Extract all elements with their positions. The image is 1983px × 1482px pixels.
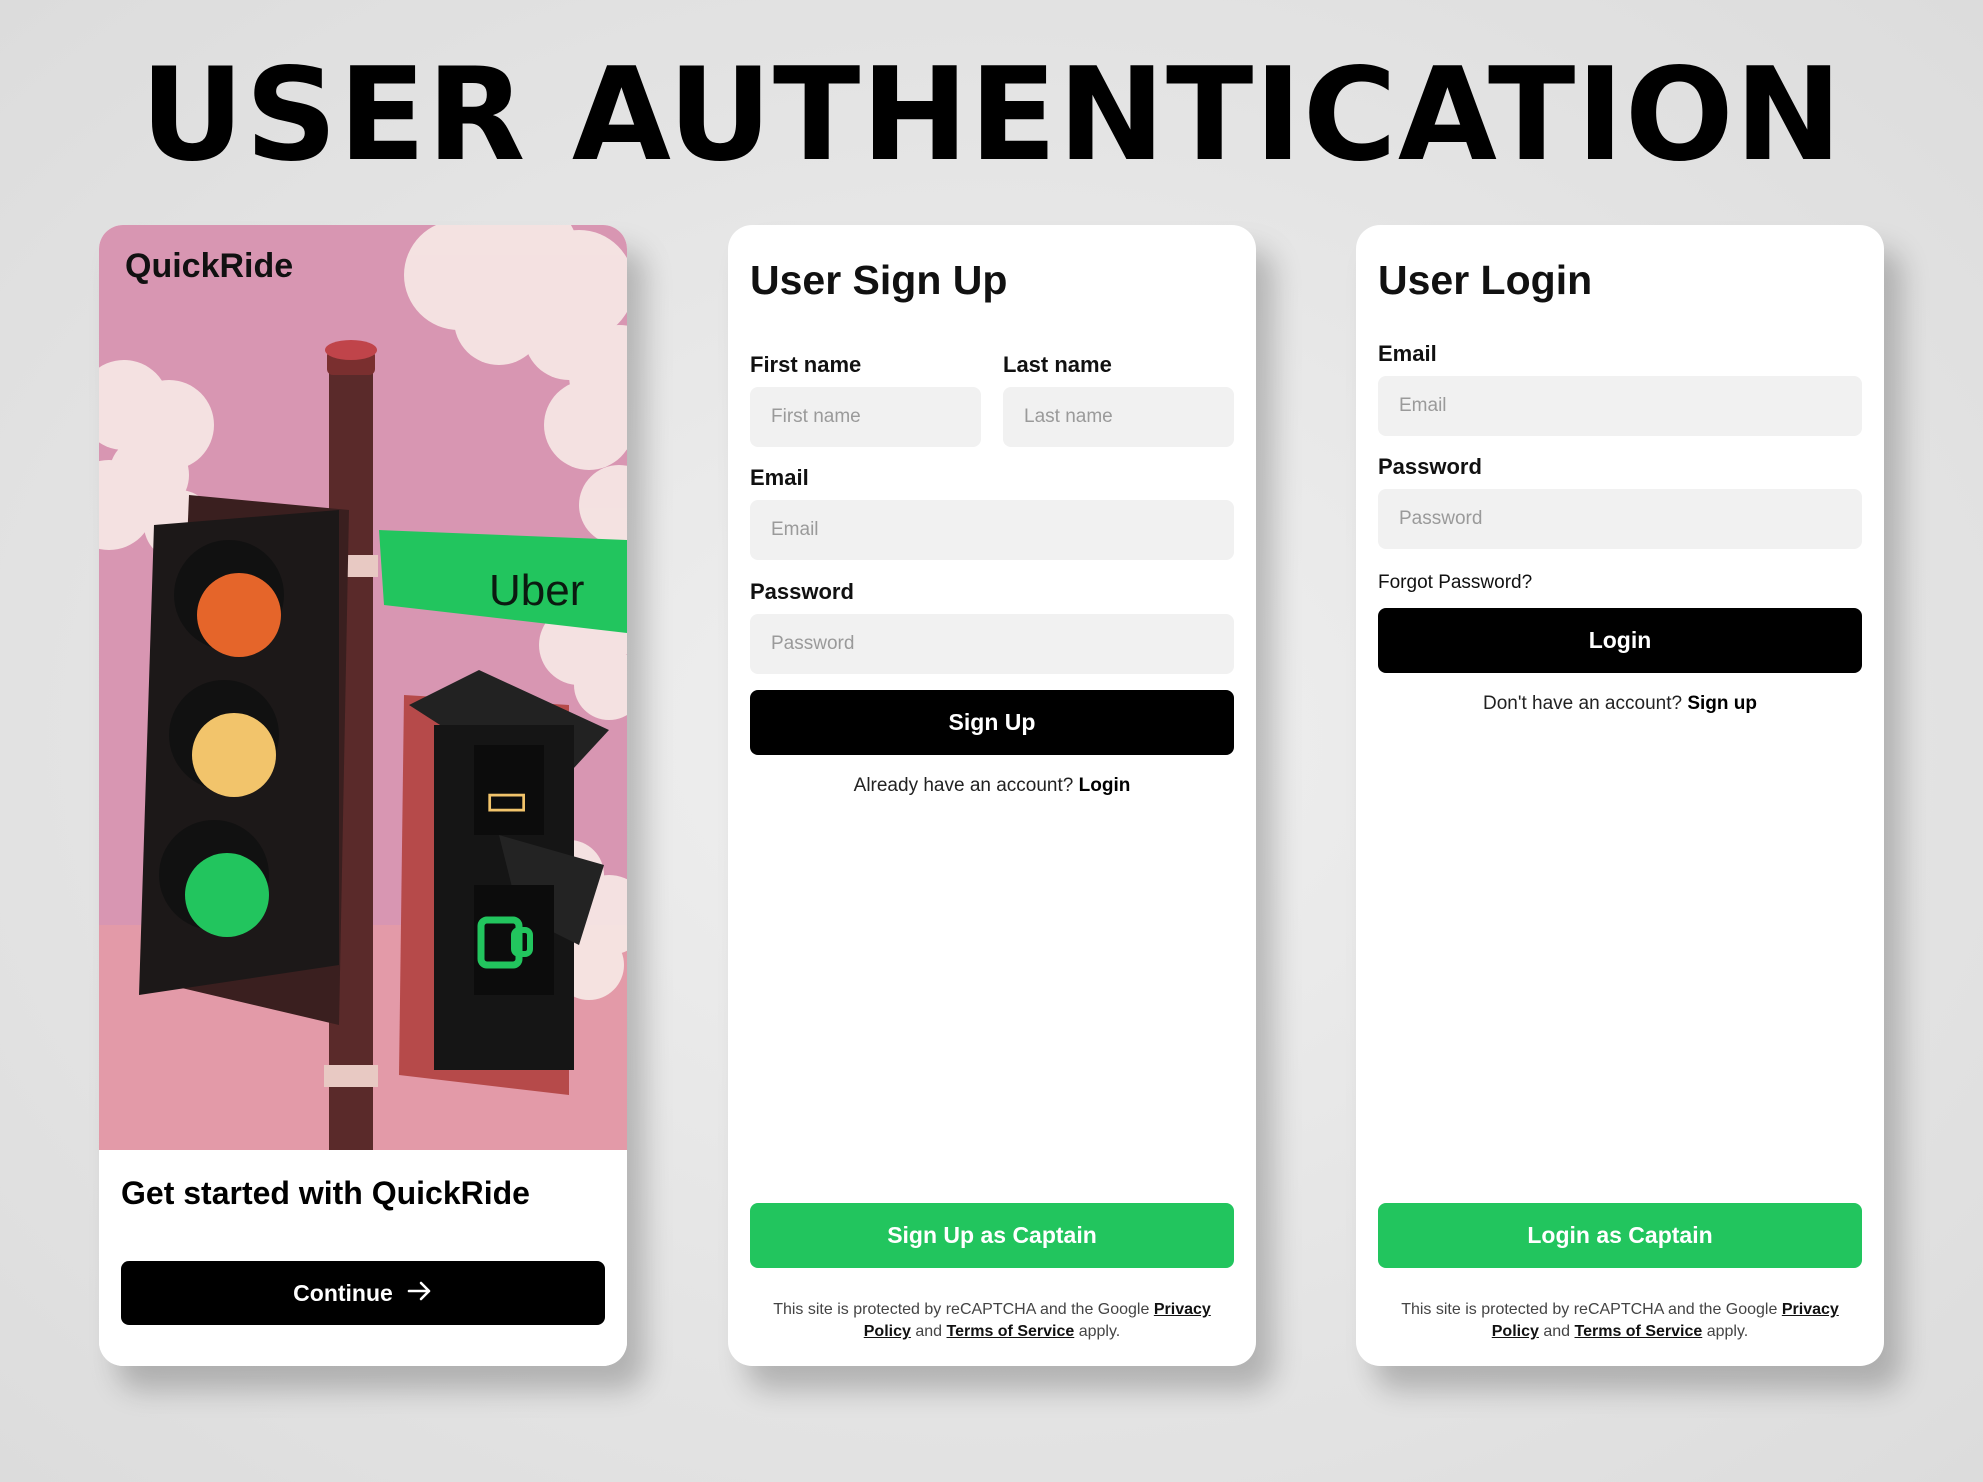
login-prompt-text: Already have an account? — [853, 775, 1074, 796]
street-sign-text: Uber — [489, 566, 584, 615]
continue-label: Continue — [293, 1279, 393, 1306]
last-name-input[interactable] — [1003, 387, 1234, 447]
welcome-footer: Get started with QuickRide — [99, 1150, 627, 1366]
login-email-label: Email — [1378, 341, 1437, 366]
svg-text:▭: ▭ — [484, 771, 529, 827]
signup-prompt: Don't have an account? Sign up — [1378, 693, 1862, 715]
continue-button[interactable]: Continue — [121, 1261, 605, 1325]
welcome-card: Uber ▭ QuickRide Get started with QuickR… — [99, 225, 627, 1366]
password-label: Password — [750, 579, 854, 604]
login-password-label: Password — [1378, 454, 1482, 479]
password-input[interactable] — [750, 614, 1234, 674]
brand-logo: QuickRide — [125, 247, 294, 285]
last-name-label: Last name — [1003, 352, 1112, 377]
email-input[interactable] — [750, 500, 1234, 560]
login-title: User Login — [1378, 257, 1593, 303]
signup-captain-button[interactable]: Sign Up as Captain — [750, 1203, 1234, 1268]
terms-of-service-link[interactable]: Terms of Service — [947, 1323, 1075, 1340]
legal-suffix: apply. — [1706, 1323, 1749, 1340]
recaptcha-notice: This site is protected by reCAPTCHA and … — [750, 1299, 1234, 1343]
legal-prefix: This site is protected by reCAPTCHA and … — [773, 1301, 1150, 1318]
legal-suffix: apply. — [1078, 1323, 1121, 1340]
page-title: USER AUTHENTICATION — [140, 41, 1843, 190]
welcome-heading: Get started with QuickRide — [121, 1175, 530, 1211]
email-label: Email — [750, 465, 809, 490]
login-link[interactable]: Login — [1079, 775, 1131, 796]
login-prompt: Already have an account? Login — [750, 775, 1234, 797]
legal-prefix: This site is protected by reCAPTCHA and … — [1401, 1301, 1778, 1318]
forgot-password-link[interactable]: Forgot Password? — [1378, 572, 1532, 594]
arrow-right-icon — [407, 1280, 433, 1307]
signup-button[interactable]: Sign Up — [750, 690, 1234, 755]
login-recaptcha-notice: This site is protected by reCAPTCHA and … — [1378, 1299, 1862, 1343]
signup-prompt-text: Don't have an account? — [1483, 693, 1683, 714]
login-captain-button[interactable]: Login as Captain — [1378, 1203, 1862, 1268]
login-card: User Login Email Password Forgot Passwor… — [1356, 225, 1884, 1366]
login-password-input[interactable] — [1378, 489, 1862, 549]
signup-card: User Sign Up First name Last name Email … — [728, 225, 1256, 1366]
login-email-input[interactable] — [1378, 376, 1862, 436]
first-name-input[interactable] — [750, 387, 981, 447]
signup-title: User Sign Up — [750, 257, 1008, 303]
signup-link[interactable]: Sign up — [1687, 693, 1757, 714]
legal-and: and — [1543, 1323, 1571, 1340]
terms-of-service-link[interactable]: Terms of Service — [1575, 1323, 1703, 1340]
hero-illustration: Uber ▭ — [99, 225, 627, 1150]
first-name-label: First name — [750, 352, 862, 377]
legal-and: and — [915, 1323, 943, 1340]
login-button[interactable]: Login — [1378, 608, 1862, 673]
